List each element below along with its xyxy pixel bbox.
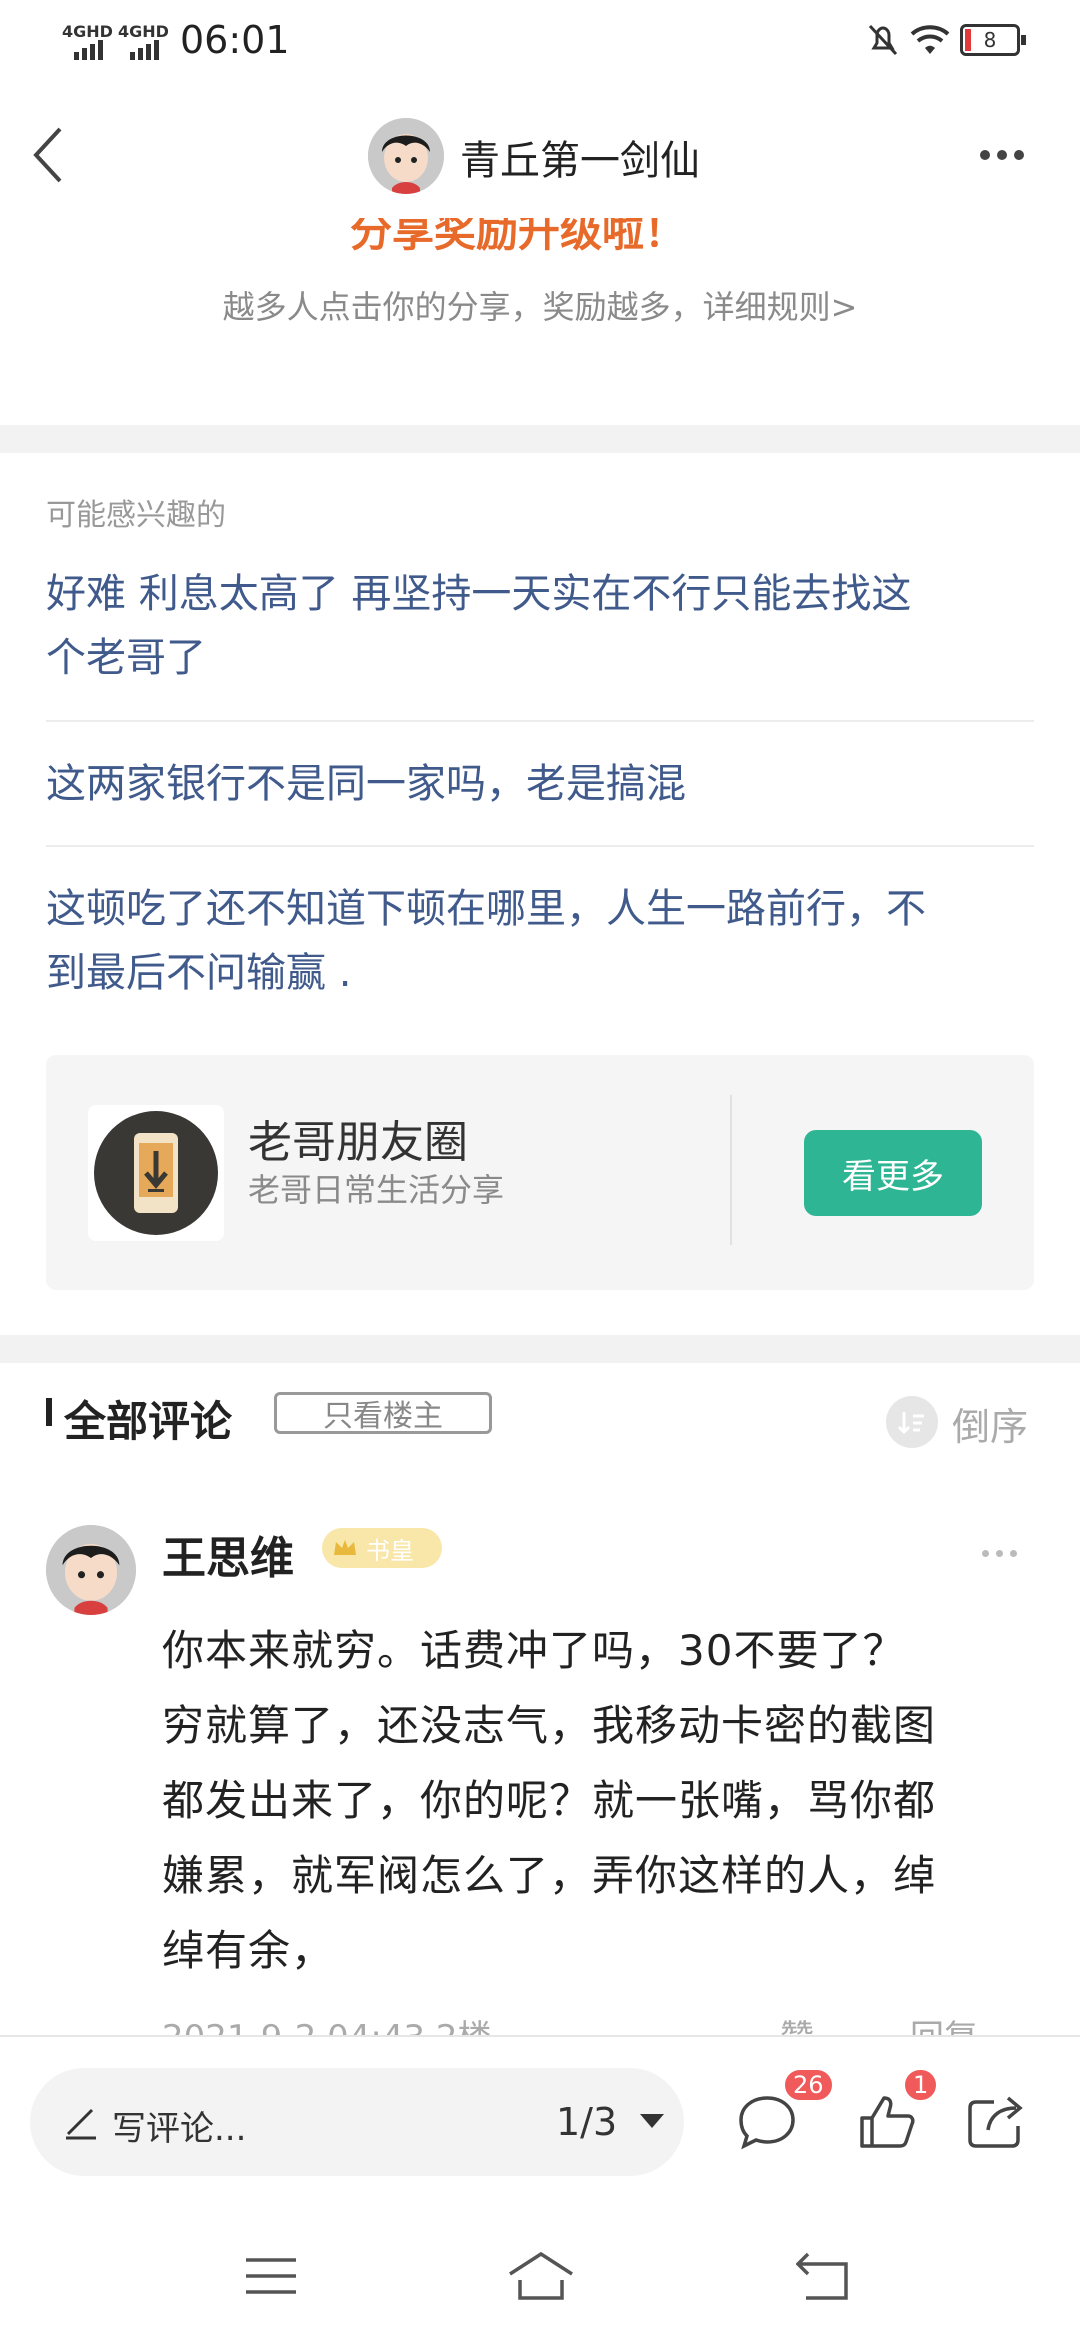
page-title: 青丘第一剑仙 bbox=[460, 138, 700, 184]
pencil-icon bbox=[66, 2108, 96, 2140]
avatar-face-icon bbox=[368, 118, 444, 194]
back-icon[interactable] bbox=[30, 125, 70, 185]
comment-count-badge: 26 bbox=[783, 2068, 834, 2102]
signal-label-2: 4GHD bbox=[118, 22, 169, 41]
comment-reply-button[interactable]: 回复 bbox=[910, 2010, 978, 2035]
signal-1-icon bbox=[74, 40, 103, 60]
section-marker bbox=[46, 1398, 52, 1426]
clock: 06:01 bbox=[180, 18, 290, 62]
reward-rules-link[interactable]: 越多人点击你的分享，奖励越多，详细规则> bbox=[0, 282, 1080, 328]
sort-icon[interactable] bbox=[886, 1396, 938, 1448]
reward-title: 分享奖励升级啦！ bbox=[350, 218, 687, 254]
signal-2-icon bbox=[130, 40, 159, 60]
only-op-toggle[interactable]: 只看楼主 bbox=[274, 1392, 492, 1434]
signal-label-1: 4GHD bbox=[62, 22, 113, 41]
home-icon[interactable] bbox=[506, 2250, 576, 2302]
commenter-name[interactable]: 王思维 bbox=[162, 1522, 294, 1586]
menu-icon[interactable] bbox=[244, 2256, 298, 2296]
related-post[interactable]: 这两家银行不是同一家吗，老是搞混 bbox=[46, 752, 1036, 816]
comment-like-button[interactable]: 赞 bbox=[780, 2010, 814, 2035]
sort-toggle[interactable]: 倒序 bbox=[952, 1396, 1028, 1451]
sort-arrows-icon bbox=[897, 1412, 924, 1435]
related-post[interactable]: 这顿吃了还不知道下顿在哪里，人生一路前行，不 到最后不问输赢 . bbox=[46, 877, 1036, 1005]
forum-logo bbox=[88, 1105, 224, 1241]
comment-line: 都发出来了，你的呢？就一张嘴，骂你都 bbox=[162, 1776, 937, 1825]
share-icon[interactable] bbox=[966, 2094, 1026, 2150]
comment-meta-row: 2021-9-2 04:43 2楼 赞 回复 bbox=[0, 2010, 1080, 2035]
section-divider bbox=[0, 425, 1080, 453]
see-more-button[interactable]: 看更多 bbox=[804, 1130, 982, 1216]
related-post-line: 好难 利息太高了 再坚持一天实在不行只能去找这 bbox=[46, 571, 912, 617]
comment-more-icon[interactable] bbox=[982, 1550, 1017, 1557]
comment-line: 你本来就穷。话费冲了吗，30不要了？ bbox=[162, 1626, 906, 1675]
interesting-label: 可能感兴趣的 bbox=[46, 498, 226, 533]
comment-line: 穷就算了，还没志气，我移动卡密的截图 bbox=[162, 1701, 937, 1750]
related-post-line: 这顿吃了还不知道下顿在哪里，人生一路前行，不 bbox=[46, 886, 926, 932]
battery-icon: 8 bbox=[960, 24, 1026, 56]
related-post[interactable]: 好难 利息太高了 再坚持一天实在不行只能去找这 个老哥了 bbox=[46, 562, 1036, 690]
page-dropdown-icon[interactable] bbox=[640, 2114, 664, 2128]
related-post-line: 这两家银行不是同一家吗，老是搞混 bbox=[46, 761, 686, 807]
back-nav-icon[interactable] bbox=[796, 2252, 852, 2302]
forum-subtitle: 老哥日常生活分享 bbox=[248, 1171, 505, 1209]
page-indicator[interactable]: 1/3 bbox=[556, 2100, 617, 2144]
reward-banner: 分享奖励升级啦！ bbox=[0, 218, 1080, 254]
like-count-badge: 1 bbox=[903, 2068, 939, 2102]
card-divider bbox=[730, 1095, 732, 1245]
author-avatar[interactable] bbox=[368, 118, 444, 194]
status-bar: 4GHD 4GHD 06:01 8 bbox=[0, 0, 1080, 80]
related-post-line: 到最后不问输赢 . bbox=[46, 950, 352, 996]
level-badge: 书皇 bbox=[322, 1528, 442, 1568]
avatar-face-icon bbox=[46, 1525, 136, 1615]
comment-line: 绰有余， bbox=[162, 1926, 335, 1975]
phone-download-icon bbox=[94, 1111, 218, 1235]
more-options-icon[interactable] bbox=[980, 150, 1024, 160]
wifi-icon bbox=[910, 25, 950, 54]
section-divider bbox=[0, 1335, 1080, 1363]
divider bbox=[46, 720, 1034, 722]
comment-meta: 2021-9-2 04:43 2楼 bbox=[162, 2010, 492, 2035]
level-badge-label: 书皇 bbox=[366, 1536, 414, 1565]
comment-body: 你本来就穷。话费冲了吗，30不要了？ 穷就算了，还没志气，我移动卡密的截图 都发… bbox=[162, 1613, 1042, 1988]
related-post-line: 个老哥了 bbox=[46, 635, 206, 681]
comment-line: 嫌累，就军阀怎么了，弄你这样的人，绰 bbox=[162, 1851, 937, 1900]
comments-title: 全部评论 bbox=[64, 1397, 233, 1446]
thumbs-up-icon[interactable] bbox=[856, 2092, 918, 2152]
divider bbox=[46, 845, 1034, 847]
forum-title: 老哥朋友圈 bbox=[248, 1117, 468, 1168]
crown-icon bbox=[334, 1540, 356, 1555]
commenter-avatar[interactable] bbox=[46, 1525, 136, 1615]
write-comment-placeholder[interactable]: 写评论... bbox=[112, 2101, 246, 2150]
comment-bubble-icon[interactable] bbox=[736, 2092, 798, 2152]
mute-bell-icon bbox=[868, 24, 898, 56]
battery-level: 8 bbox=[983, 28, 997, 52]
